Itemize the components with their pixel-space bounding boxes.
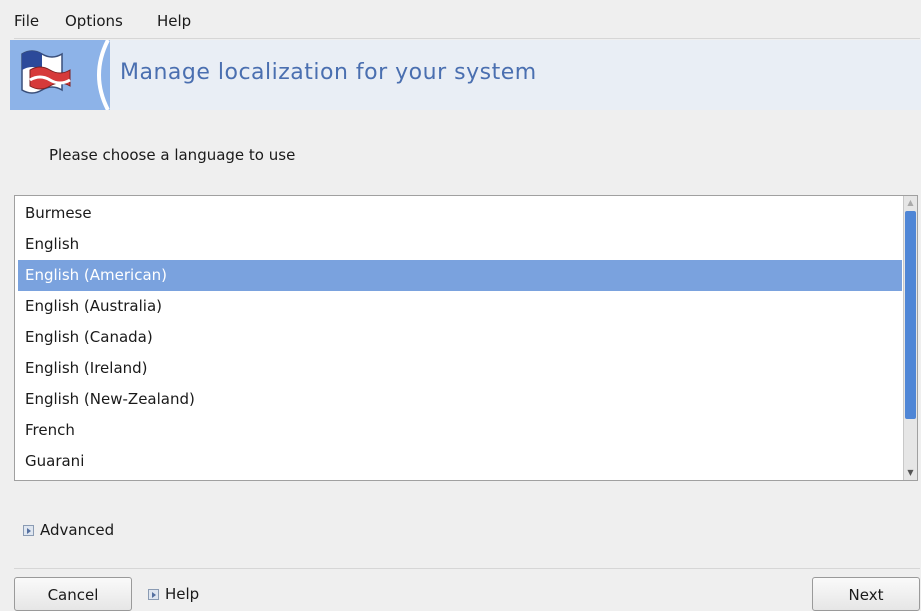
list-scrollbar[interactable]: ▲ ▼	[903, 196, 917, 480]
list-item[interactable]: English (Australia)	[18, 291, 902, 322]
list-item[interactable]: English (Canada)	[18, 322, 902, 353]
list-item[interactable]: English (New-Zealand)	[18, 384, 902, 415]
list-item[interactable]: English	[18, 229, 902, 260]
advanced-expander[interactable]: Advanced	[23, 521, 114, 539]
localization-flag-icon	[10, 39, 110, 111]
expand-arrow-icon	[23, 524, 34, 536]
list-item[interactable]: English (Ireland)	[18, 353, 902, 384]
list-item[interactable]: French	[18, 415, 902, 446]
next-button[interactable]: Next	[812, 577, 920, 611]
advanced-label: Advanced	[40, 521, 115, 539]
language-prompt: Please choose a language to use	[49, 146, 296, 164]
help-label: Help	[165, 585, 200, 603]
menu-help[interactable]: Help	[157, 12, 191, 30]
list-item[interactable]: Guarani	[18, 446, 902, 477]
button-divider	[14, 568, 920, 569]
list-item[interactable]: Burmese	[18, 198, 902, 229]
scroll-thumb[interactable]	[905, 211, 916, 419]
language-list[interactable]: Burmese English English (American) Engli…	[14, 195, 918, 481]
menu-divider	[14, 38, 920, 39]
cancel-button[interactable]: Cancel	[14, 577, 132, 611]
help-expander[interactable]: Help	[148, 585, 199, 603]
page-title: Manage localization for your system	[120, 60, 537, 85]
header-banner: Manage localization for your system	[10, 39, 921, 111]
expand-arrow-icon	[148, 588, 159, 600]
menu-options[interactable]: Options	[65, 12, 123, 30]
menu-bar: File Options Help	[0, 0, 921, 38]
menu-file[interactable]: File	[14, 12, 39, 30]
scroll-down-arrow-icon[interactable]: ▼	[904, 466, 917, 480]
list-item-selected[interactable]: English (American)	[18, 260, 902, 291]
scroll-up-arrow-icon[interactable]: ▲	[904, 196, 917, 210]
